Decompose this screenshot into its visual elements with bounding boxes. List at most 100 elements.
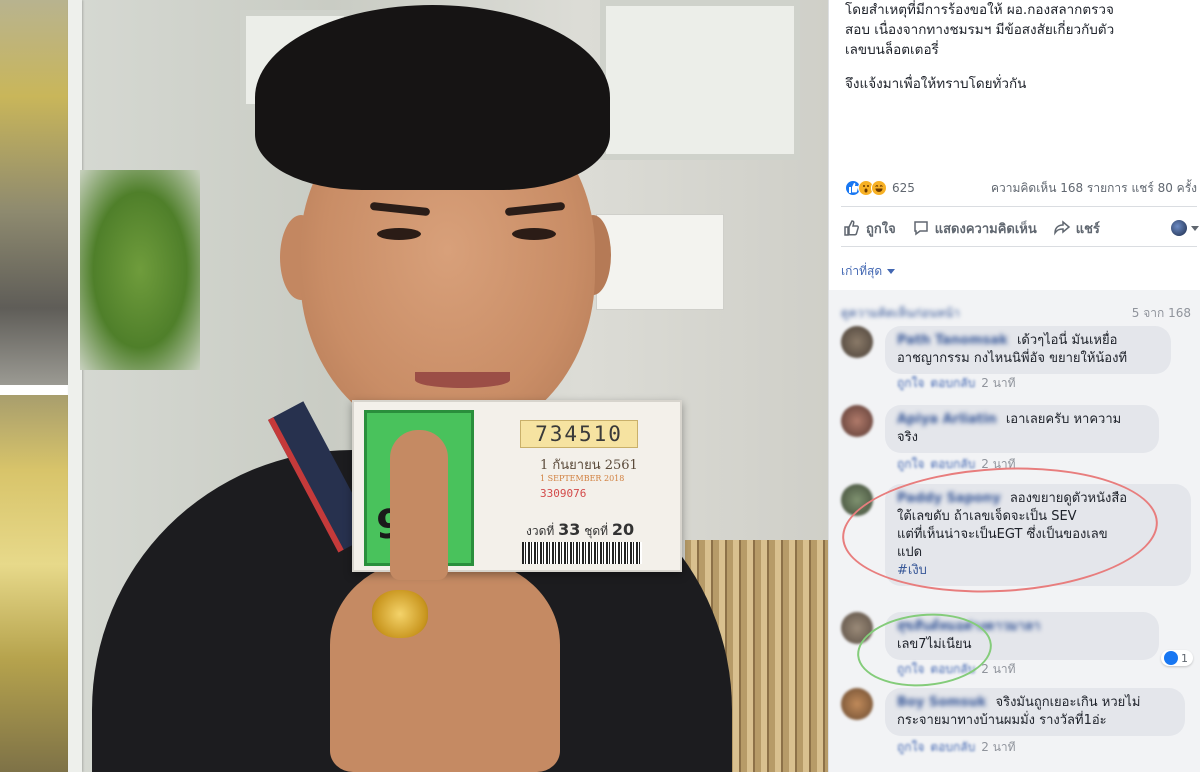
ticket-date-thai: 1 กันยายน 2561 — [540, 458, 638, 473]
avatar[interactable] — [841, 688, 873, 720]
reaction-icons[interactable] — [845, 180, 887, 196]
comment-text: เลข7ไม่เนียน — [897, 637, 972, 652]
person-hair — [255, 5, 610, 190]
ticket-set-info: งวดที่ 33 ชุดที่ 20 — [526, 520, 634, 541]
comment-bubble: สุขสันต์หมอต่างดาวมาลา เลข7ไม่เนียน — [885, 612, 1159, 660]
comment-author[interactable]: สุขสันต์หมอต่างดาวมาลา — [897, 619, 1040, 634]
comment-like-badge[interactable]: 1 — [1161, 650, 1193, 666]
comment-meta: ถูกใจ ตอบกลับ 2 นาที — [897, 660, 1016, 679]
comment-like-link[interactable]: ถูกใจ — [897, 738, 924, 757]
comment-share-counts: ความคิดเห็น 168 รายการ แชร์ 80 ครั้ง — [991, 179, 1197, 198]
post-sidebar: โดยสำเหตุที่มีการร้องขอให้ ผอ.กองสลากตรว… — [828, 0, 1200, 772]
comment-button[interactable]: แสดงความคิดเห็น — [912, 218, 1037, 239]
sort-label: เก่าที่สุด — [841, 264, 883, 278]
comment-sort-dropdown[interactable]: เก่าที่สุด — [841, 262, 896, 281]
like-icon — [1164, 651, 1178, 665]
post-body: โดยสำเหตุที่มีการร้องขอให้ ผอ.กองสลากตรว… — [845, 0, 1195, 94]
reactions-bar: 625 ความคิดเห็น 168 รายการ แชร์ 80 ครั้ง — [845, 178, 1197, 198]
comment-meta: ถูกใจ ตอบกลับ 2 นาที — [897, 738, 1016, 757]
comment-icon — [913, 221, 928, 236]
photo-frame — [68, 0, 82, 772]
person-eye-left — [377, 228, 421, 240]
like-button[interactable]: ถูกใจ — [843, 218, 896, 239]
haha-icon — [871, 180, 887, 196]
comment-reply-link[interactable]: ตอบกลับ — [930, 660, 975, 679]
comment-reply-link[interactable]: ตอบกลับ — [930, 738, 975, 757]
comment-text: แต่ที่เห็นน่าจะเป็นEGT ซึ่งเป็นของเลข — [897, 527, 1108, 542]
comments-count: 5 จาก 168 — [1131, 306, 1191, 320]
avatar[interactable] — [841, 405, 873, 437]
side-photo-bottom — [0, 395, 72, 772]
ticket-barcode — [522, 542, 642, 564]
share-count[interactable]: แชร์ 80 ครั้ง — [1131, 181, 1197, 195]
comment-bubble: Apiya Arliatin เอาเลยครับ หาความ จริง — [885, 405, 1159, 453]
chevron-down-icon — [1191, 225, 1199, 231]
post-actions: ถูกใจ แสดงความคิดเห็น แชร์ — [843, 214, 1199, 242]
ticket-set-value-b: 20 — [611, 520, 635, 539]
comment-author[interactable]: Boy Somsuk — [897, 695, 986, 710]
gold-ring — [372, 590, 428, 638]
comment-reply-link[interactable]: ตอบกลับ — [930, 374, 975, 393]
comment-like-link[interactable]: ถูกใจ — [897, 660, 924, 679]
comment-text: ใต้เลขดับ ถ้าเลขเจ็ดจะเป็น SEV — [897, 509, 1077, 524]
share-label: แชร์ — [1075, 221, 1100, 237]
comment-text: จริงมันถูกเยอะเกิน หวยไม่ — [995, 695, 1141, 710]
person-thumb — [390, 430, 448, 580]
comment-time[interactable]: 2 นาที — [981, 374, 1015, 393]
avatar[interactable] — [841, 612, 873, 644]
comment-text: เอาเลยครับ หาความ — [1005, 412, 1122, 427]
comment-time[interactable]: 2 นาที — [981, 660, 1015, 679]
ticket-set-label-b: ชุดที่ — [584, 524, 609, 538]
comment-meta: ถูกใจ ตอบกลับ 2 นาที — [897, 374, 1016, 393]
reaction-count[interactable]: 625 — [892, 181, 915, 195]
comment-meta: ถูกใจ ตอบกลับ 2 นาที — [897, 455, 1016, 474]
ticket-red-code: 3309076 — [540, 487, 587, 500]
comment-author[interactable]: Path Tanomsak — [897, 333, 1008, 348]
post-photo[interactable]: 90 734510 1 กันยายน 2561 1 SEPTEMBER 201… — [0, 0, 828, 772]
background-greenery — [80, 170, 200, 370]
comment-like-link[interactable]: ถูกใจ — [897, 455, 924, 474]
comment-label: แสดงความคิดเห็น — [934, 221, 1037, 237]
comment-bubble: Boy Somsuk จริงมันถูกเยอะเกิน หวยไม่ กระ… — [885, 688, 1185, 736]
comment-reply-link[interactable]: ตอบกลับ — [930, 455, 975, 474]
comment-text: เด้วๆไอนี่ มันเหยื่อ — [1016, 333, 1118, 348]
post-text-line: จึงแจ้งมาเพื่อให้ทราบโดยทั่วกัน — [845, 76, 1027, 92]
comment-text: อาชญากรรม กงไหนนิพี่อัจ ขยายให้น้องที — [897, 351, 1128, 366]
avatar[interactable] — [841, 326, 873, 358]
ticket-number: 734510 — [520, 420, 638, 448]
ticket-date-english: 1 SEPTEMBER 2018 — [540, 474, 625, 483]
share-icon — [1053, 220, 1070, 236]
comment-author[interactable]: Apiya Arliatin — [897, 412, 997, 427]
side-photo-top — [0, 0, 72, 385]
chevron-down-icon — [887, 269, 896, 274]
person-eye-right — [512, 228, 556, 240]
post-text-line: โดยสำเหตุที่มีการร้องขอให้ ผอ.กองสลากตรว… — [845, 2, 1114, 18]
comments-pager: ดูความคิดเห็นก่อนหน้า 5 จาก 168 — [841, 304, 1191, 323]
view-previous-comments[interactable]: ดูความคิดเห็นก่อนหน้า — [841, 304, 960, 323]
globe-icon — [1171, 220, 1187, 236]
audience-selector[interactable] — [1171, 220, 1199, 236]
comment-text: ลองขยายดูตัวหนังสือ — [1009, 491, 1128, 506]
background-notice-paper — [596, 214, 724, 310]
comment-text: แปด — [897, 545, 923, 560]
comment-time[interactable]: 2 นาที — [981, 455, 1015, 474]
share-button[interactable]: แชร์ — [1053, 218, 1100, 239]
comment-text: กระจายมาทางบ้านผมมั่ง รางวัลที่1อ่ะ — [897, 713, 1107, 728]
post-text-line: เลขบนล็อตเตอรี่ — [845, 42, 939, 58]
comment-author[interactable]: Paddy Sapony — [897, 491, 1001, 506]
divider — [841, 206, 1197, 207]
person-hand — [330, 560, 560, 772]
post-text-line: สอบ เนื่องจากทางชมรมฯ มีข้อสงสัยเกี่ยวกั… — [845, 22, 1115, 38]
comment-like-link[interactable]: ถูกใจ — [897, 374, 924, 393]
comment-hashtag[interactable]: #เงิบ — [897, 563, 927, 578]
comment-time[interactable]: 2 นาที — [981, 738, 1015, 757]
ticket-set-value-a: 33 — [558, 520, 581, 539]
comment-bubble: Path Tanomsak เด้วๆไอนี่ มันเหยื่อ อาชญา… — [885, 326, 1171, 374]
like-label: ถูกใจ — [866, 221, 896, 237]
divider — [841, 246, 1197, 247]
comment-like-count: 1 — [1181, 651, 1188, 665]
person-mouth — [415, 372, 510, 388]
like-icon — [844, 220, 859, 236]
comment-count[interactable]: ความคิดเห็น 168 รายการ — [991, 181, 1128, 195]
avatar[interactable] — [841, 484, 873, 516]
